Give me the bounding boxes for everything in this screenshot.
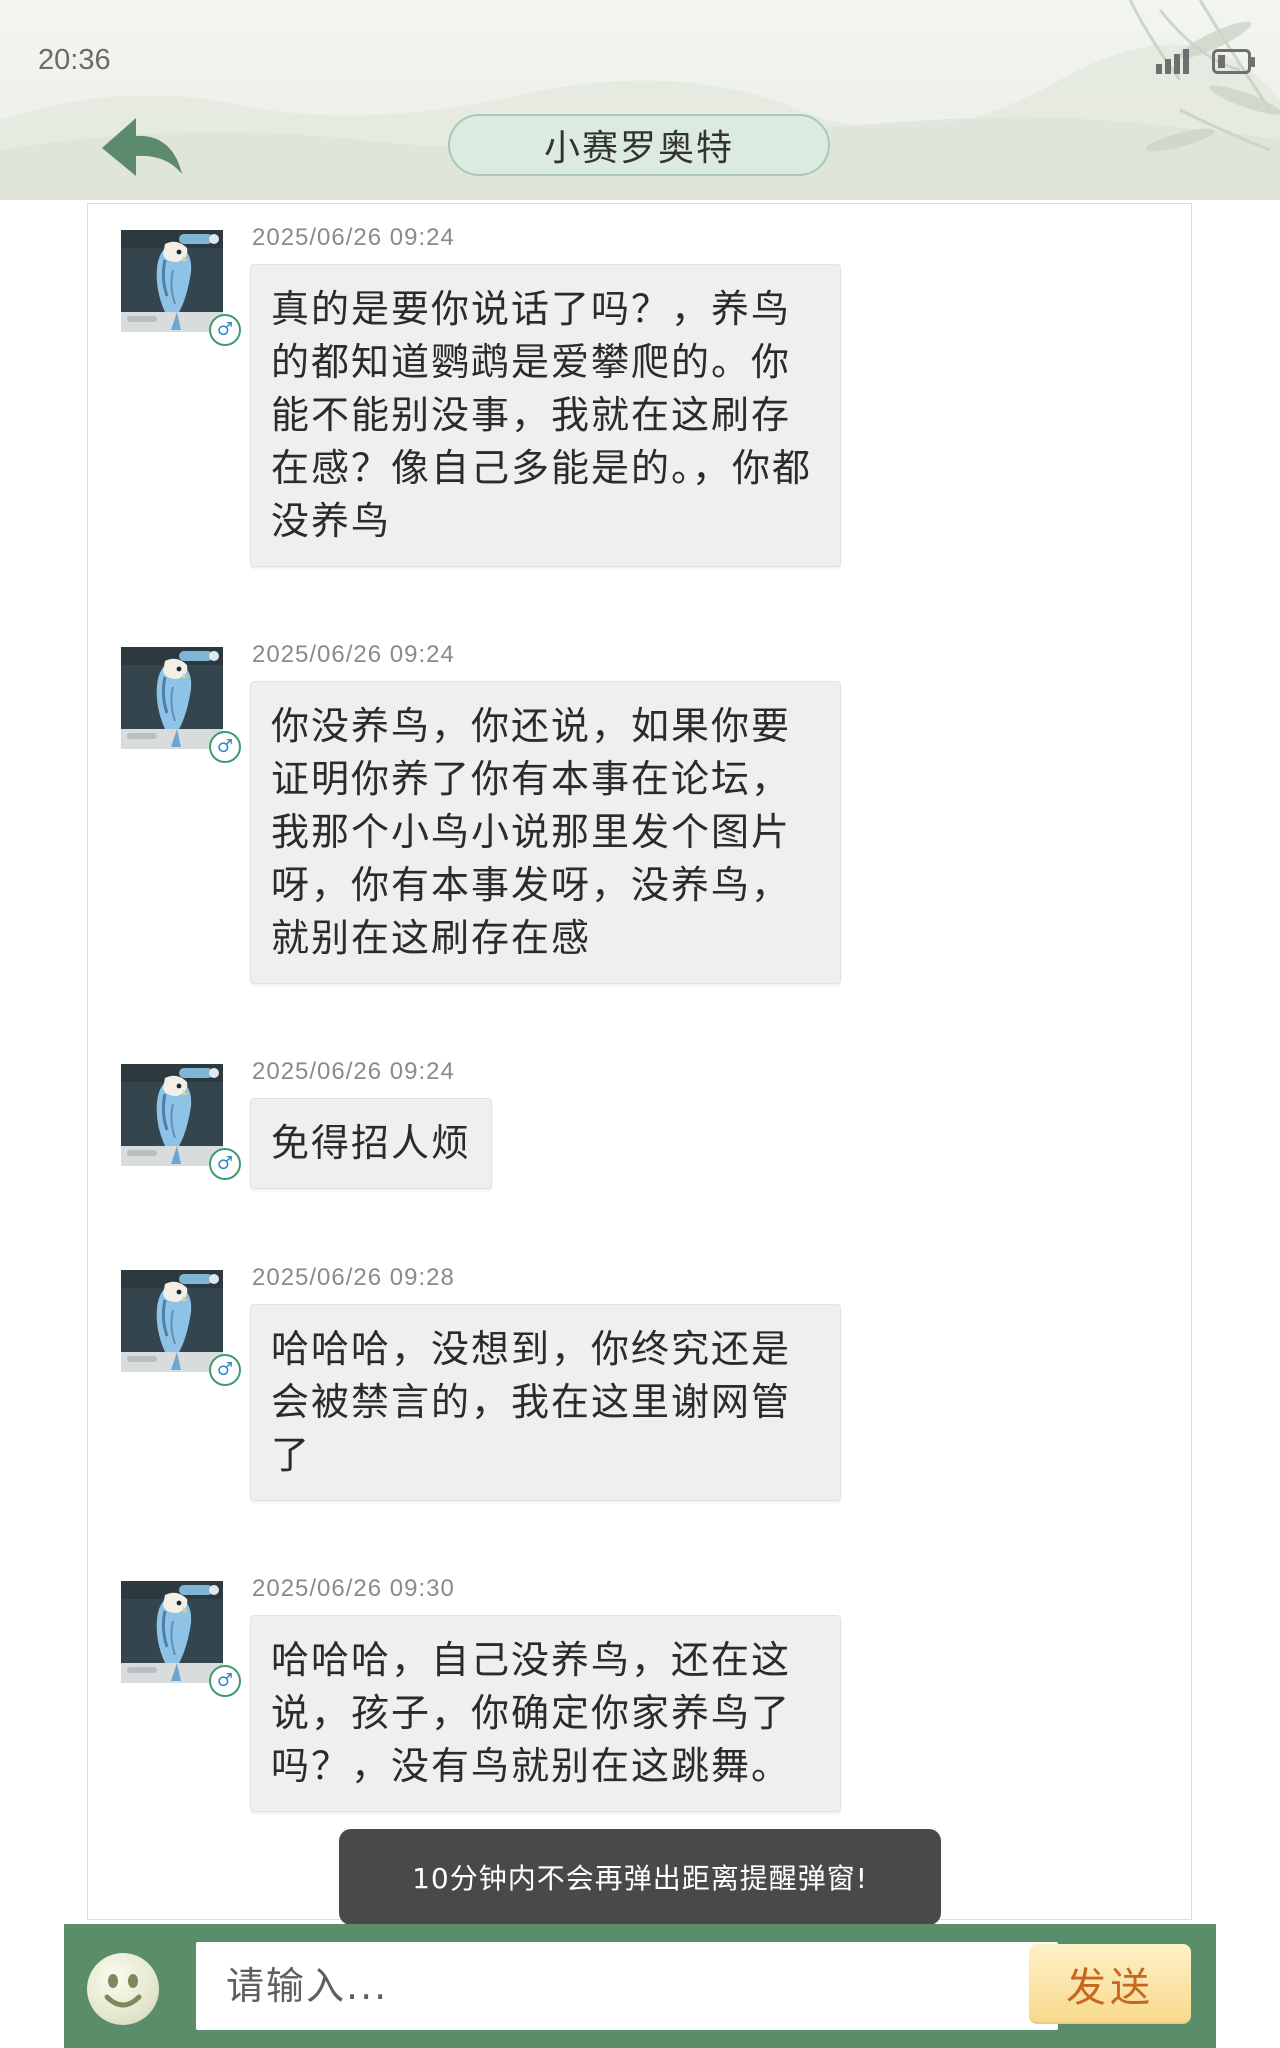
message-timestamp: 2025/06/26 09:24 — [252, 641, 455, 668]
parakeet-avatar-image — [121, 230, 223, 332]
male-icon: ♂ — [209, 1354, 241, 1386]
avatar[interactable] — [121, 1064, 223, 1166]
signal-icon — [1156, 49, 1189, 74]
parakeet-avatar-image — [121, 647, 223, 749]
parakeet-avatar-image — [121, 1270, 223, 1372]
male-icon: ♂ — [209, 1148, 241, 1180]
message-bubble[interactable]: 免得招人烦 — [250, 1098, 493, 1189]
avatar[interactable] — [121, 647, 223, 749]
emoji-button[interactable] — [87, 1953, 159, 2025]
title-pill: 小赛罗奥特 — [448, 114, 830, 176]
message-bubble[interactable]: 哈哈哈，自己没养鸟，还在这说，孩子，你确定你家养鸟了吗？，没有鸟就别在这跳舞。 — [250, 1615, 841, 1812]
avatar[interactable] — [121, 1270, 223, 1372]
message-timestamp: 2025/06/26 09:28 — [252, 1264, 455, 1291]
male-icon: ♂ — [209, 314, 241, 346]
back-arrow-icon — [102, 118, 182, 176]
message-timestamp: 2025/06/26 09:24 — [252, 1058, 455, 1085]
smiley-icon — [104, 1974, 142, 2008]
message-bubble[interactable]: 哈哈哈，没想到，你终究还是会被禁言的，我在这里谢网管了 — [250, 1304, 841, 1501]
message-bubble[interactable]: 你没养鸟，你还说，如果你要证明你养了你有本事在论坛，我那个小鸟小说那里发个图片呀… — [250, 681, 841, 984]
message-bubble[interactable]: 真的是要你说话了吗？，养鸟的都知道鹦鹉是爱攀爬的。你能不能别没事，我就在这刷存在… — [250, 264, 841, 567]
top-header: 20:36 小赛罗奥特 — [0, 0, 1280, 200]
avatar[interactable] — [121, 1581, 223, 1683]
avatar[interactable] — [121, 230, 223, 332]
send-button[interactable]: 发送 — [1029, 1944, 1191, 2024]
battery-icon — [1212, 49, 1255, 74]
message-input[interactable] — [196, 1942, 1058, 2030]
back-button[interactable] — [96, 112, 188, 182]
parakeet-avatar-image — [121, 1581, 223, 1683]
male-icon: ♂ — [209, 731, 241, 763]
input-bar: 发送 — [64, 1924, 1216, 2048]
message-timestamp: 2025/06/26 09:30 — [252, 1575, 455, 1602]
male-icon: ♂ — [209, 1665, 241, 1697]
toast-notification: 10分钟内不会再弹出距离提醒弹窗! — [339, 1829, 941, 1925]
parakeet-avatar-image — [121, 1064, 223, 1166]
message-timestamp: 2025/06/26 09:24 — [252, 224, 455, 251]
chat-list[interactable]: ♂ 2025/06/26 09:24 真的是要你说话了吗？，养鸟的都知道鹦鹉是爱… — [87, 203, 1192, 1920]
status-time: 20:36 — [38, 44, 111, 76]
page-title: 小赛罗奥特 — [543, 128, 734, 169]
